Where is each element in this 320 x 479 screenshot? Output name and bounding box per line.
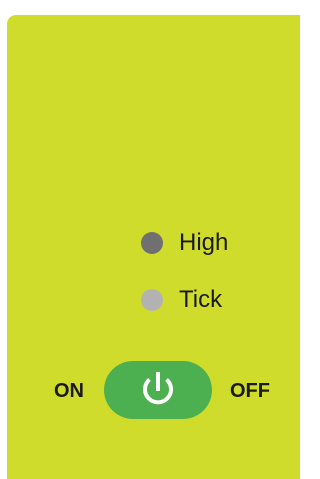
- power-icon: [143, 372, 173, 405]
- control-panel: High Tick ON OFF: [7, 15, 300, 479]
- tick-indicator-label: Tick: [179, 286, 223, 313]
- high-indicator-light: [141, 232, 163, 254]
- off-label: OFF: [230, 380, 270, 402]
- indicator-tick: Tick: [141, 288, 222, 312]
- on-label: ON: [54, 380, 84, 402]
- tick-indicator-light: [141, 289, 163, 311]
- power-toggle-button[interactable]: [104, 361, 212, 419]
- indicator-high: High: [141, 231, 228, 255]
- high-indicator-label: High: [179, 229, 229, 256]
